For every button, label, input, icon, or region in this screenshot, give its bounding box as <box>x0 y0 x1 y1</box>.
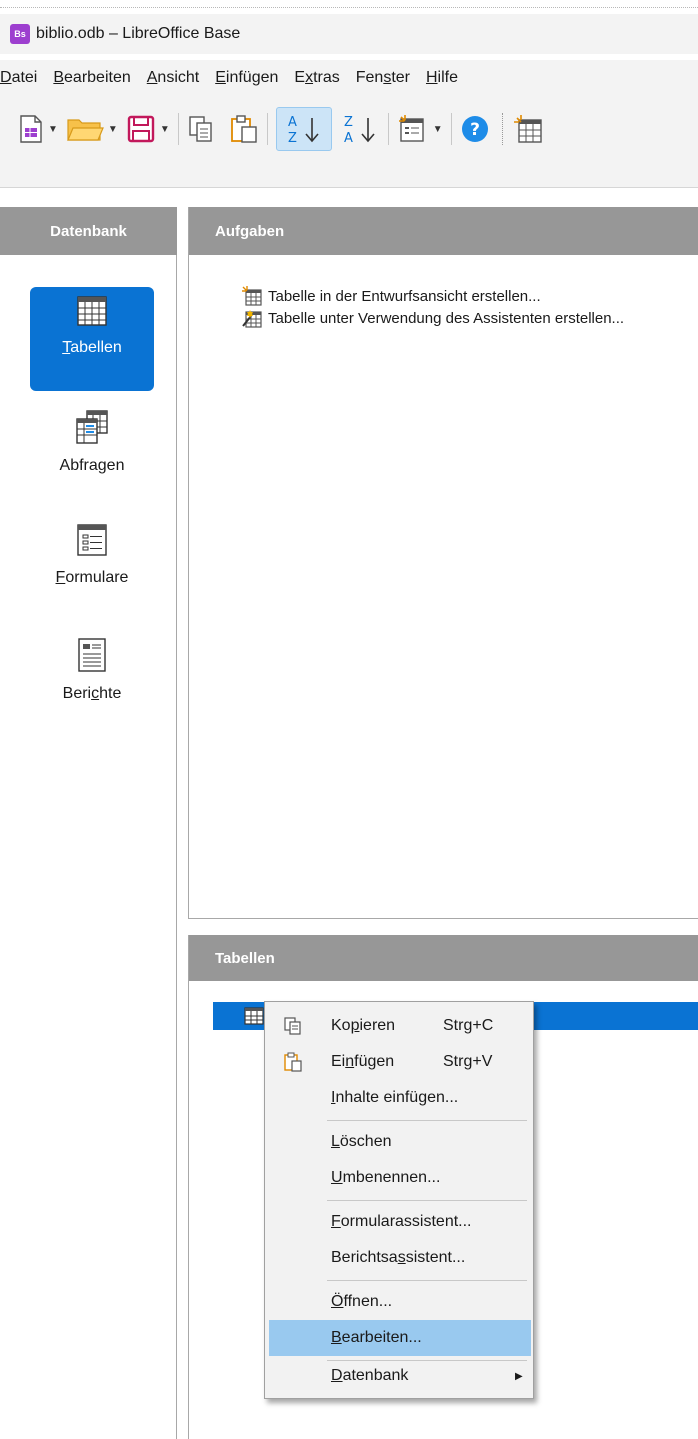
form-dropdown-arrow[interactable]: ▼ <box>433 124 443 135</box>
nav-formulare-label: Formulare <box>55 569 129 586</box>
save-icon <box>127 115 155 143</box>
base-app-icon: Bs <box>10 24 30 44</box>
nav-berichte[interactable]: Berichte <box>30 629 154 703</box>
menu-item-inhalte-einfuegen[interactable]: Inhalte einfügen... <box>269 1080 531 1116</box>
menu-separator <box>327 1200 527 1201</box>
menu-item-formularassistent[interactable]: Formularassistent... <box>269 1204 531 1240</box>
help-icon: ? <box>461 116 488 142</box>
nav-berichte-label: Berichte <box>62 685 122 702</box>
tables-panel-header: Tabellen <box>189 935 698 981</box>
menu-item-bearbeiten[interactable]: Bearbeiten... <box>269 1320 531 1356</box>
task-label: Tabelle unter Verwendung des Assistenten… <box>268 309 625 327</box>
menu-item-loeschen[interactable]: Löschen <box>269 1124 531 1160</box>
table-design-icon <box>513 115 542 143</box>
save-dropdown-arrow[interactable]: ▼ <box>160 124 170 135</box>
top-strip <box>0 0 698 8</box>
nav-abfragen[interactable]: Abfragen <box>30 401 154 475</box>
sort-descending-button[interactable]: ZA <box>340 107 380 151</box>
menu-item-berichtsassistent[interactable]: Berichtsassistent... <box>269 1240 531 1276</box>
shortcut-label: Strg+C <box>443 1017 494 1034</box>
sort-ascending-icon: AZ <box>288 115 319 146</box>
task-create-table-wizard[interactable]: Tabelle unter Verwendung des Assistenten… <box>242 307 698 329</box>
menu-fenster[interactable]: Fenster <box>356 65 410 91</box>
forms-icon <box>77 524 107 556</box>
standard-toolbar: ▼ ▼ ▼ AZ ZA ▼ ? <box>0 96 698 162</box>
form-button[interactable] <box>397 107 429 151</box>
table-design-button[interactable] <box>513 107 543 151</box>
tasks-panel-header: Aufgaben <box>189 207 698 255</box>
menu-item-datenbank[interactable]: Datenbank ▶ <box>269 1358 531 1394</box>
open-dropdown-arrow[interactable]: ▼ <box>108 124 118 135</box>
new-document-icon <box>20 115 42 143</box>
task-label: Tabelle in der Entwurfsansicht erstellen… <box>268 287 541 305</box>
toolbar-separator <box>177 113 179 145</box>
menu-hilfe[interactable]: Hilfe <box>426 65 458 91</box>
submenu-arrow-icon: ▶ <box>515 1370 523 1382</box>
menu-item-einfuegen[interactable]: Einfügen Strg+V <box>269 1044 531 1080</box>
tables-icon <box>77 296 107 326</box>
tasks-panel: Aufgaben Tabelle in der Entwurfsansicht … <box>188 207 698 919</box>
menu-ansicht[interactable]: Ansicht <box>147 65 199 91</box>
nav-tabellen[interactable]: Tabellen <box>30 287 154 391</box>
menu-item-umbenennen[interactable]: Umbenennen... <box>269 1160 531 1196</box>
table-row-icon <box>244 1007 264 1025</box>
form-icon <box>398 115 424 142</box>
sort-ascending-button[interactable]: AZ <box>275 107 332 151</box>
menu-item-oeffnen[interactable]: Öffnen... <box>269 1284 531 1320</box>
queries-icon <box>76 410 108 444</box>
new-dropdown-arrow[interactable]: ▼ <box>48 124 58 135</box>
open-folder-icon <box>67 119 104 141</box>
task-create-table-design[interactable]: Tabelle in der Entwurfsansicht erstellen… <box>242 285 698 307</box>
svg-text:A: A <box>344 131 353 146</box>
secondary-toolbar <box>0 162 698 188</box>
menu-datei[interactable]: Datei <box>0 65 37 91</box>
paste-icon <box>230 115 257 143</box>
window-title: biblio.odb – LibreOffice Base <box>36 25 241 42</box>
sort-descending-icon: ZA <box>344 115 375 146</box>
toolbar-separator <box>387 113 389 145</box>
help-button[interactable]: ? <box>460 107 490 151</box>
svg-text:?: ? <box>470 120 480 140</box>
shortcut-label: Strg+V <box>443 1053 493 1070</box>
menu-bearbeiten[interactable]: Bearbeiten <box>53 65 130 91</box>
toolbar-dotted-separator <box>501 113 503 145</box>
table-wizard-icon <box>242 310 262 328</box>
menu-separator <box>327 1280 527 1281</box>
toolbar-separator <box>266 113 268 145</box>
toolbar-separator <box>450 113 452 145</box>
svg-text:Z: Z <box>344 115 353 130</box>
paste-button[interactable] <box>229 107 259 151</box>
nav-formulare[interactable]: Formulare <box>30 515 154 587</box>
menu-bar: Datei Bearbeiten Ansicht Einfügen Extras… <box>0 60 698 96</box>
database-panel: Datenbank Tabellen Abfragen Formulare Be… <box>0 207 177 1439</box>
copy-icon <box>189 116 212 142</box>
open-button[interactable] <box>66 107 104 151</box>
reports-icon <box>78 638 106 672</box>
svg-text:A: A <box>288 115 297 130</box>
save-button[interactable] <box>126 107 156 151</box>
nav-tabellen-label: Tabellen <box>62 339 122 356</box>
table-design-icon <box>242 286 262 306</box>
title-bar: Bs biblio.odb – LibreOffice Base <box>0 14 698 54</box>
copy-icon <box>284 1017 301 1035</box>
menu-item-kopieren[interactable]: Kopieren Strg+C <box>269 1008 531 1044</box>
menu-extras[interactable]: Extras <box>294 65 339 91</box>
new-button[interactable] <box>18 107 44 151</box>
nav-abfragen-label: Abfragen <box>59 457 125 474</box>
menu-einfuegen[interactable]: Einfügen <box>215 65 278 91</box>
database-panel-header: Datenbank <box>0 207 177 255</box>
copy-button[interactable] <box>187 107 215 151</box>
paste-icon <box>284 1052 302 1072</box>
menu-separator <box>327 1120 527 1121</box>
svg-text:Z: Z <box>288 131 297 146</box>
context-menu: Kopieren Strg+C Einfügen Strg+V Inhalte … <box>264 1001 534 1399</box>
